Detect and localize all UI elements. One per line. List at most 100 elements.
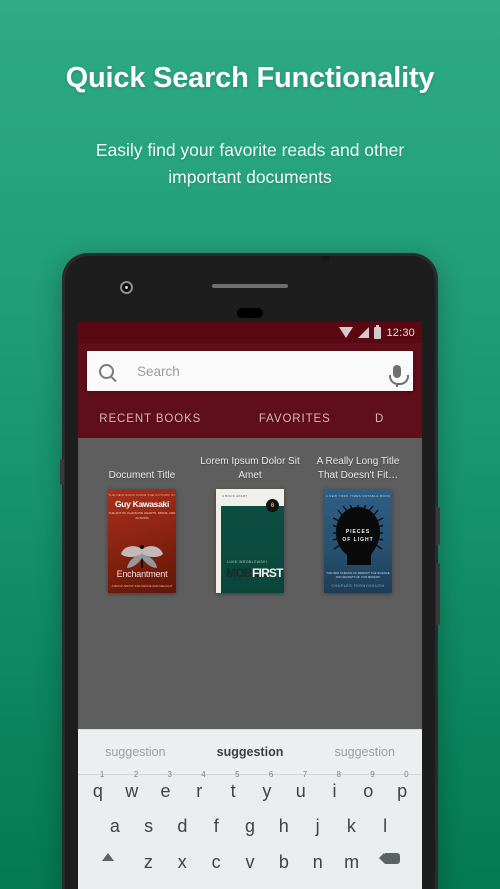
- cover-description: THE NEW SCIENCE OF MEMORY THE SCIENCE AN…: [326, 570, 390, 580]
- key-n[interactable]: n: [301, 853, 335, 871]
- phone-top-bezel: [65, 256, 435, 322]
- key-label: w: [125, 781, 139, 801]
- cover-tagline: THE ART OF CHANGING HEARTS, MINDS, AND A…: [108, 511, 176, 520]
- list-item[interactable]: A Really Long Title That Doesn't Fit… A …: [304, 454, 412, 593]
- proximity-sensor-icon: [237, 308, 263, 318]
- battery-icon: [374, 324, 382, 339]
- phone-mockup: 12:30 Search RECENT BOOKS FAVORITES D Do…: [60, 253, 440, 889]
- keyboard-row-2: a s d f g h j k l: [78, 817, 422, 835]
- key-j[interactable]: j: [301, 817, 335, 835]
- book-title: A Really Long Title That Doesn't Fit…: [316, 456, 400, 481]
- key-label: p: [397, 781, 408, 801]
- power-button[interactable]: [436, 507, 440, 545]
- key-label: o: [363, 781, 374, 801]
- backspace-icon: [379, 853, 401, 864]
- key-label: y: [262, 781, 272, 801]
- search-icon[interactable]: [99, 363, 114, 379]
- tab-documents[interactable]: D: [367, 400, 422, 438]
- key-hint: 4: [201, 770, 206, 779]
- status-bar: 12:30: [78, 322, 422, 343]
- key-hint: 8: [336, 770, 341, 779]
- suggestion-item-1[interactable]: suggestion: [78, 745, 193, 759]
- cover-badge: 6: [266, 499, 279, 512]
- key-hint: 5: [235, 770, 240, 779]
- search-bar[interactable]: Search: [87, 351, 413, 391]
- content-area: Document Title THE NEW BOOK FROM THE AUT…: [78, 438, 422, 729]
- page-subtitle: Easily find your favorite reads and othe…: [95, 140, 405, 188]
- key-x[interactable]: x: [165, 853, 199, 871]
- key-q[interactable]: 1q: [81, 771, 115, 801]
- cover-toptext: A NEW YORK TIMES NOTABLE BOOK: [325, 494, 391, 498]
- key-hint: 7: [302, 770, 308, 779]
- key-hint: 3: [167, 770, 172, 779]
- key-g[interactable]: g: [233, 817, 267, 835]
- key-hint: 6: [268, 770, 274, 779]
- key-label: e: [160, 781, 171, 801]
- front-camera-icon: [120, 281, 133, 294]
- key-label: u: [295, 781, 306, 801]
- key-a[interactable]: a: [98, 817, 132, 835]
- shift-key[interactable]: [84, 853, 131, 861]
- page-title: Quick Search Functionality: [65, 62, 435, 94]
- book-cover[interactable]: A NEW YORK TIMES NOTABLE BOOK PIECES OF …: [324, 489, 392, 593]
- microphone-icon[interactable]: [389, 364, 409, 387]
- phone-screen: 12:30 Search RECENT BOOKS FAVORITES D Do…: [78, 322, 422, 889]
- volume-button-left[interactable]: [60, 459, 64, 485]
- key-hint: 9: [370, 770, 375, 779]
- key-o[interactable]: 9o: [351, 771, 385, 801]
- key-s[interactable]: s: [132, 817, 166, 835]
- book-cover[interactable]: A BOOK APART 6 LUKE WROBLEWSKI MOBILE FI…: [216, 489, 284, 593]
- key-label: t: [230, 781, 236, 801]
- key-h[interactable]: h: [267, 817, 301, 835]
- tab-recent-books[interactable]: RECENT BOOKS: [78, 400, 223, 438]
- key-r[interactable]: 4r: [182, 771, 216, 801]
- cover-title-line1: PIECES: [345, 529, 371, 535]
- key-e[interactable]: 3e: [149, 771, 183, 801]
- key-m[interactable]: m: [335, 853, 369, 871]
- backspace-key[interactable]: [369, 853, 416, 864]
- volume-button[interactable]: [436, 563, 440, 625]
- tab-bar: RECENT BOOKS FAVORITES D: [78, 400, 422, 438]
- search-input[interactable]: Search: [137, 364, 393, 379]
- book-cover[interactable]: THE NEW BOOK FROM THE AUTHOR OF Guy Kawa…: [108, 489, 176, 593]
- key-c[interactable]: c: [199, 853, 233, 871]
- keyboard-row-3: z x c v b n m: [78, 853, 422, 871]
- cover-publisher: A BOOK APART: [222, 494, 248, 498]
- key-p[interactable]: 0p: [385, 771, 419, 801]
- key-i[interactable]: 8i: [318, 771, 352, 801]
- key-k[interactable]: k: [334, 817, 368, 835]
- book-title: Document Title: [108, 469, 176, 481]
- moth-illustration-icon: [121, 545, 163, 568]
- bezel-nub: [322, 256, 330, 260]
- key-hint: 2: [133, 770, 139, 779]
- cover-pretitle: THE NEW BOOK FROM THE AUTHOR OF: [108, 493, 176, 497]
- key-t[interactable]: 5t: [216, 771, 250, 801]
- book-list: Document Title THE NEW BOOK FROM THE AUT…: [78, 438, 422, 593]
- key-v[interactable]: v: [233, 853, 267, 871]
- key-hint: 0: [404, 770, 409, 779]
- tab-favorites[interactable]: FAVORITES: [223, 400, 368, 438]
- key-y[interactable]: 6y: [250, 771, 284, 801]
- list-item[interactable]: Document Title THE NEW BOOK FROM THE AUT…: [88, 454, 196, 593]
- key-b[interactable]: b: [267, 853, 301, 871]
- suggestion-item-3[interactable]: suggestion: [307, 745, 422, 759]
- key-label: q: [92, 781, 103, 801]
- suggestion-bar: suggestion suggestion suggestion: [78, 729, 422, 775]
- key-u[interactable]: 7u: [284, 771, 318, 801]
- cover-title-line2: OF LIGHT: [342, 537, 374, 543]
- book-title: Lorem Ipsum Dolor Sit Amet: [200, 456, 300, 481]
- list-item[interactable]: Lorem Ipsum Dolor Sit Amet A BOOK APART …: [196, 454, 304, 593]
- cover-author: Guy Kawasaki: [114, 499, 170, 509]
- wifi-icon: [339, 327, 354, 338]
- cover-title-part2: FIRST: [252, 566, 283, 580]
- promo-header: Quick Search Functionality Easily find y…: [0, 0, 500, 191]
- key-label: r: [196, 781, 203, 801]
- key-z[interactable]: z: [131, 853, 165, 871]
- suggestion-item-2[interactable]: suggestion: [193, 745, 308, 759]
- key-l[interactable]: l: [368, 817, 402, 835]
- key-f[interactable]: f: [199, 817, 233, 835]
- key-d[interactable]: d: [166, 817, 200, 835]
- cover-author: LUKE WROBLEWSKI: [227, 560, 268, 564]
- key-w[interactable]: 2w: [115, 771, 149, 801]
- cover-subtitle: A BOOK ABOUT INFLUENCE AND DELIGHT: [111, 583, 173, 588]
